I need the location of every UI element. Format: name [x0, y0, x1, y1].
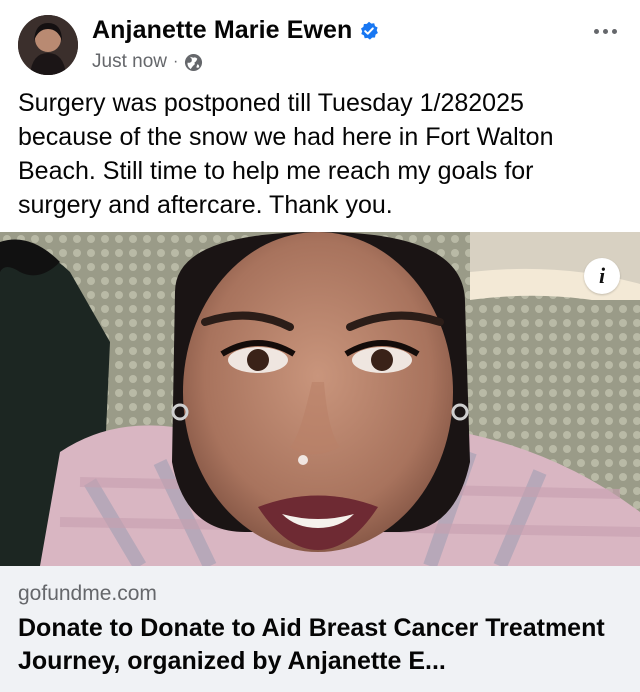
facebook-post: Anjanette Marie Ewen Just now · Surgery …	[0, 0, 640, 692]
verified-badge-icon	[359, 21, 379, 41]
link-preview[interactable]: gofundme.com Donate to Donate to Aid Bre…	[0, 566, 640, 692]
more-dot	[593, 28, 599, 34]
globe-icon[interactable]	[184, 53, 203, 72]
post-meta: Just now ·	[92, 51, 203, 73]
more-options-button[interactable]	[588, 18, 622, 44]
selfie-photo	[0, 232, 640, 566]
author-name-row: Anjanette Marie Ewen	[92, 16, 379, 45]
link-domain: gofundme.com	[18, 582, 157, 605]
post-header: Anjanette Marie Ewen Just now ·	[0, 0, 640, 84]
author-avatar[interactable]	[18, 15, 78, 75]
info-button[interactable]: i	[584, 258, 620, 294]
avatar-image	[18, 15, 78, 75]
more-dot	[611, 28, 617, 34]
post-image[interactable]: i	[0, 232, 640, 566]
meta-separator: ·	[172, 53, 179, 70]
post-timestamp[interactable]: Just now	[92, 51, 167, 73]
post-body-text: Surgery was postponed till Tuesday 1/282…	[18, 89, 554, 219]
link-title[interactable]: Donate to Donate to Aid Breast Cancer Tr…	[18, 612, 618, 678]
more-dot	[602, 28, 608, 34]
author-name[interactable]: Anjanette Marie Ewen	[92, 16, 352, 45]
